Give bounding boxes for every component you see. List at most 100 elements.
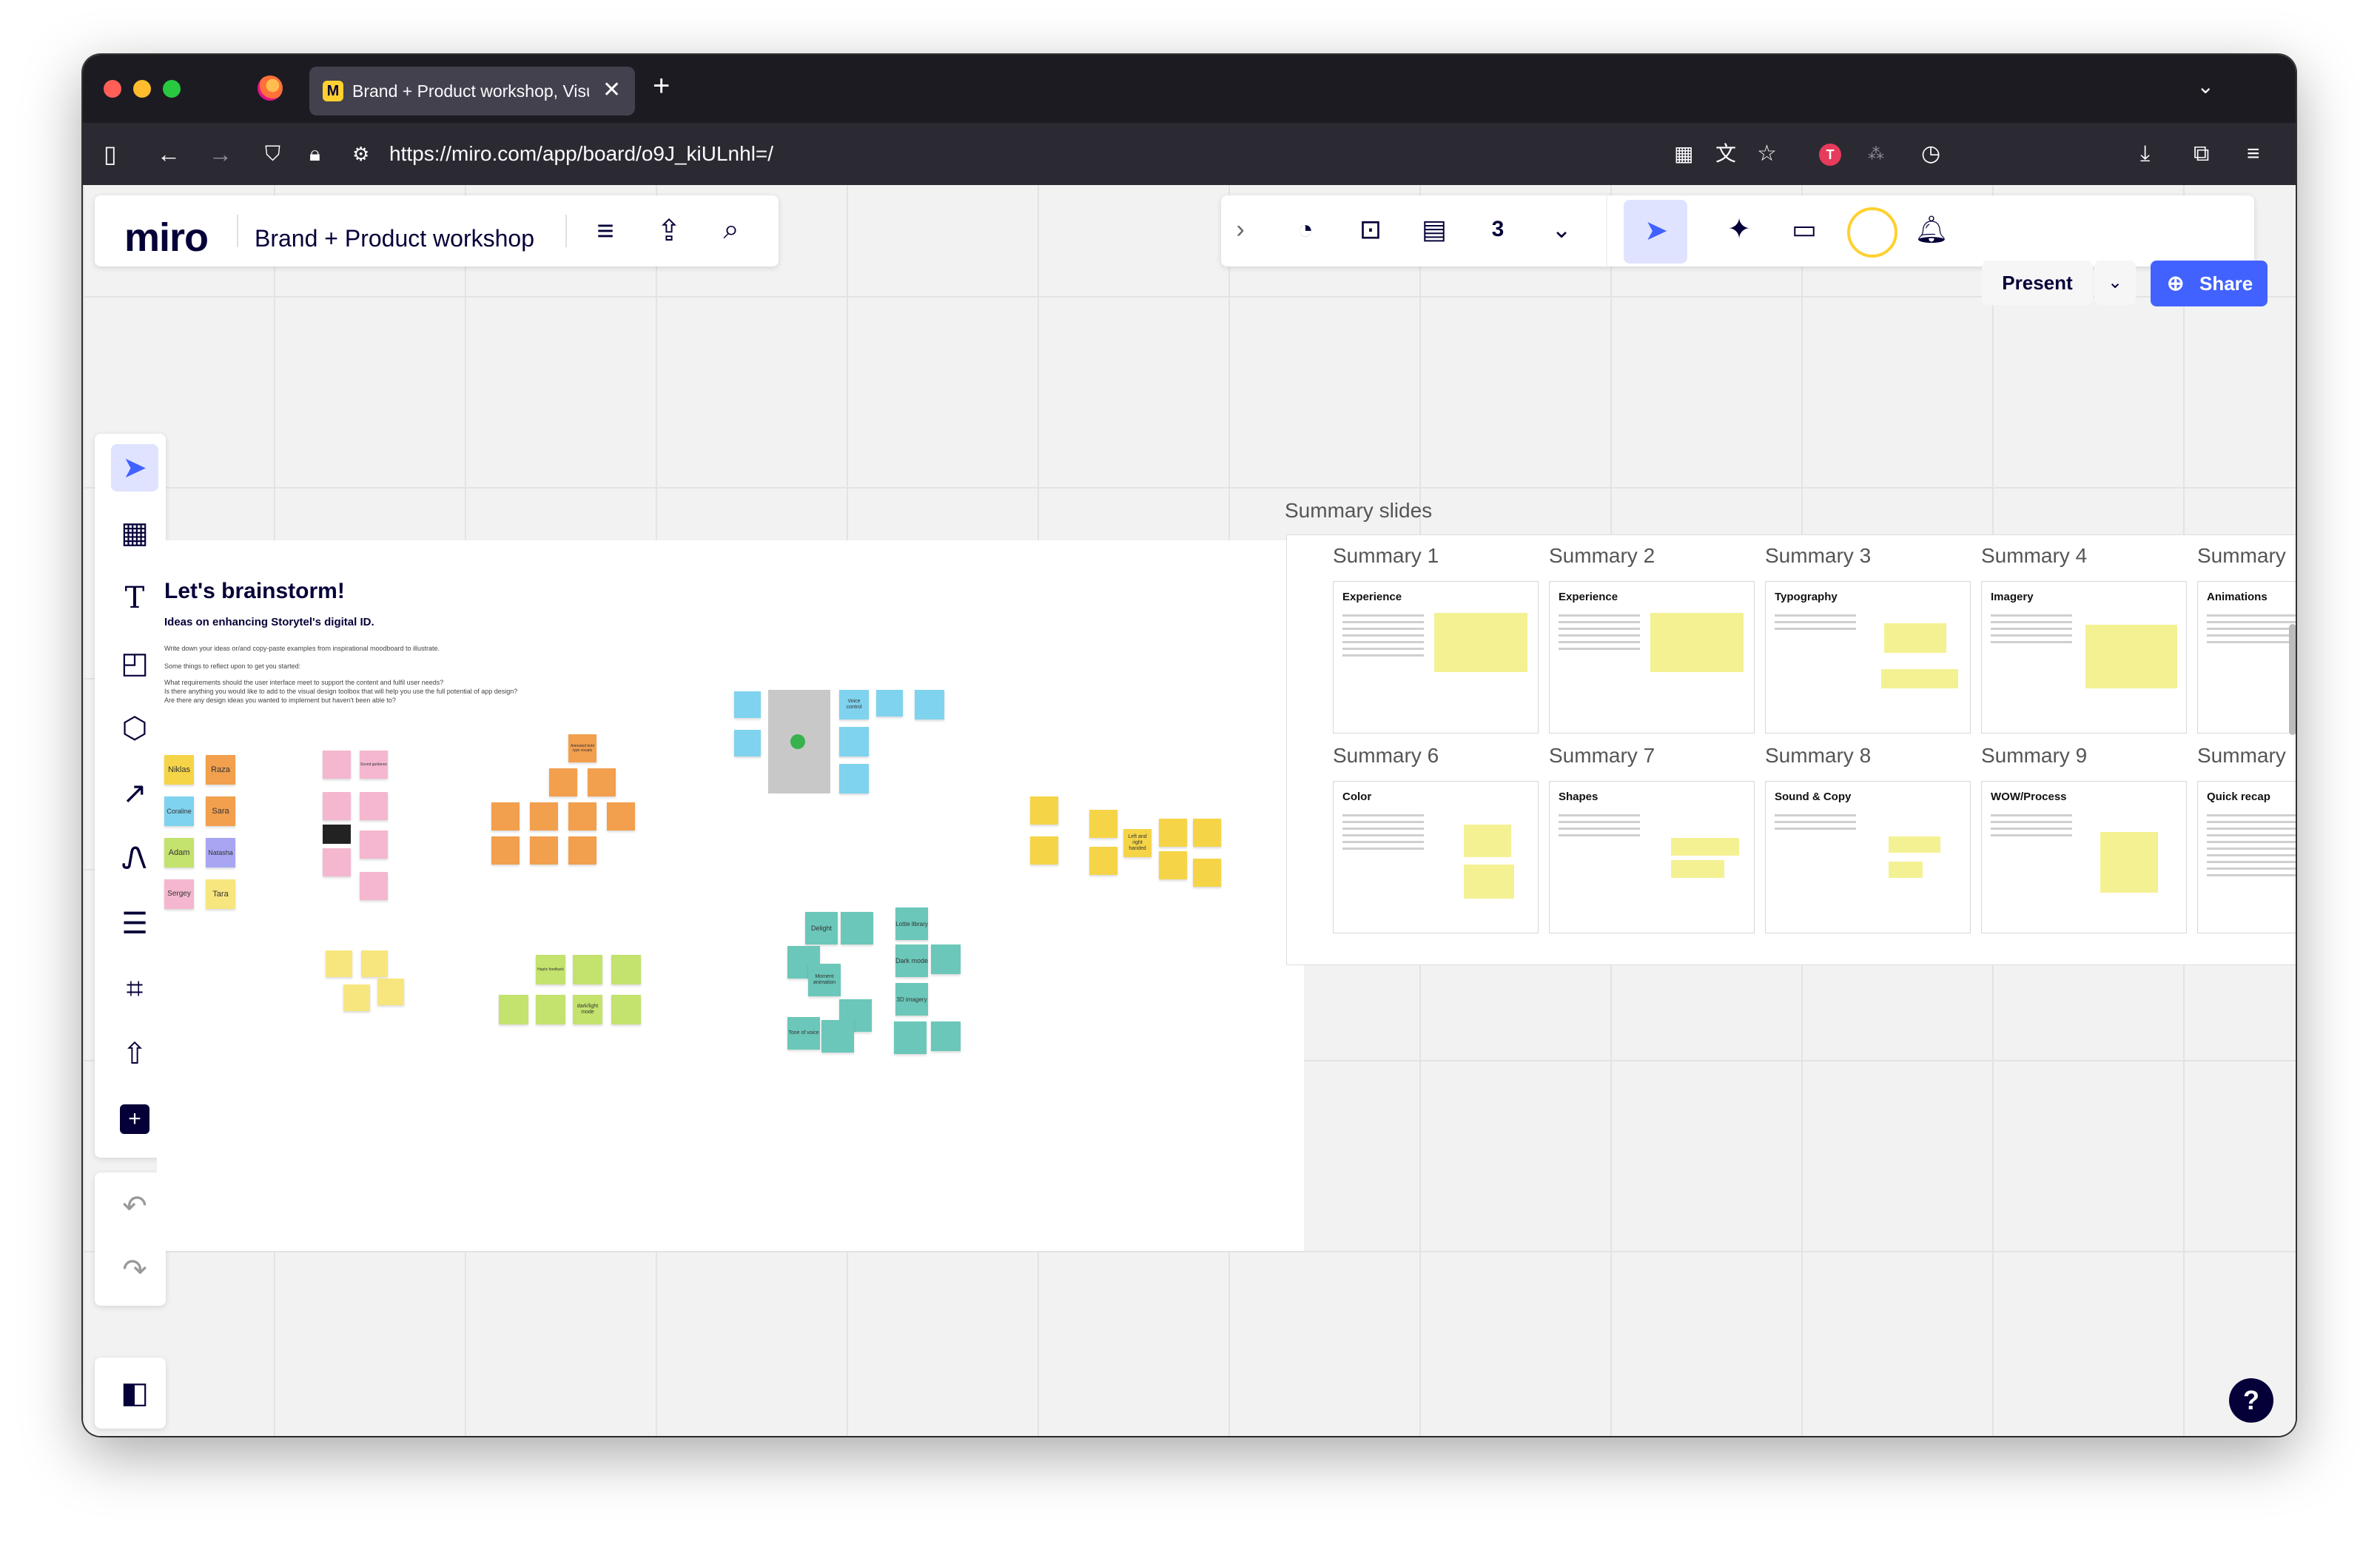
redo-icon[interactable]: ↷: [111, 1246, 158, 1294]
sticky-note[interactable]: [360, 792, 388, 820]
help-button[interactable]: ?: [2229, 1378, 2273, 1423]
sticky-note[interactable]: Haptic feedback: [536, 955, 565, 984]
sticky-note[interactable]: Adam: [164, 838, 194, 868]
sticky-note[interactable]: [568, 802, 596, 830]
sticky-note[interactable]: [536, 995, 565, 1024]
timer-icon[interactable]: ◔: [1288, 212, 1323, 247]
translate-icon[interactable]: 文: [1715, 139, 1736, 169]
sticky-note[interactable]: Left and right handed: [1123, 829, 1152, 857]
sticky-note[interactable]: [1193, 859, 1221, 887]
sticky-note[interactable]: [360, 830, 388, 859]
sticky-note[interactable]: Sound guidance: [360, 751, 388, 779]
sticky-note[interactable]: [588, 768, 616, 796]
sticky-note[interactable]: [360, 872, 388, 900]
download-icon[interactable]: ⤓: [2140, 139, 2150, 169]
sticky-note[interactable]: Sara: [206, 796, 235, 826]
extension-icon[interactable]: ⁂: [1868, 139, 1884, 169]
brainstorm-frame[interactable]: Let's brainstorm! Ideas on enhancing Sto…: [157, 540, 1304, 1251]
sticky-note[interactable]: [839, 727, 869, 756]
select-cursor-button[interactable]: ➤: [1624, 200, 1687, 264]
sticky-note[interactable]: Animated bold type visuals: [568, 734, 596, 762]
board-name[interactable]: Brand + Product workshop: [255, 225, 534, 252]
image-thumbnail[interactable]: [323, 825, 351, 844]
list-all-tabs-chevron-icon[interactable]: ⌄: [2197, 74, 2214, 98]
sticky-note[interactable]: [821, 1020, 854, 1053]
back-arrow-icon[interactable]: ←: [157, 139, 181, 169]
extension-avatar-icon[interactable]: T: [1819, 144, 1841, 166]
sticky-note[interactable]: [931, 1021, 961, 1051]
summary-slide[interactable]: Color: [1333, 781, 1539, 933]
sticky-note[interactable]: [894, 1021, 927, 1054]
sticky-note[interactable]: [343, 984, 370, 1011]
sticky-note[interactable]: dark/light mode: [573, 995, 602, 1024]
miro-board-canvas[interactable]: miro Brand + Product workshop ≡ ⇪ ⌕ › ◔ …: [83, 185, 2296, 1436]
sidebar-toggle-icon[interactable]: ▯: [104, 139, 117, 169]
sticky-note[interactable]: [607, 802, 635, 830]
sticky-note[interactable]: Dark mode: [895, 944, 928, 977]
lock-icon[interactable]: 🔒︎: [309, 139, 320, 169]
menu-hamburger-icon[interactable]: ≡: [2247, 139, 2260, 169]
sticky-note[interactable]: [361, 950, 388, 977]
sticky-note[interactable]: Natasha: [206, 838, 235, 868]
sticky-note[interactable]: [323, 848, 351, 876]
sticky-note[interactable]: Coraline: [164, 796, 194, 826]
line-arrow-icon[interactable]: ↗: [111, 770, 158, 817]
extensions-puzzle-icon[interactable]: ⧉: [2194, 139, 2209, 169]
sticky-note[interactable]: [491, 836, 520, 865]
search-icon[interactable]: ⌕: [713, 212, 749, 247]
permissions-icon[interactable]: ⚙: [352, 139, 369, 169]
minimize-window-button[interactable]: [133, 80, 151, 98]
sticky-note[interactable]: [841, 912, 873, 944]
sticky-note[interactable]: [549, 768, 577, 796]
sticky-note[interactable]: Niklas: [164, 755, 194, 785]
sticky-note[interactable]: Delight: [805, 912, 838, 944]
zoom-window-button[interactable]: [163, 80, 181, 98]
sticky-note-icon[interactable]: ◰: [111, 640, 158, 687]
present-options-chevron-icon[interactable]: ⌄: [2094, 261, 2136, 305]
sticky-note[interactable]: [377, 979, 404, 1005]
select-tool-icon[interactable]: ➤: [111, 444, 158, 491]
sticky-note[interactable]: Tara: [206, 879, 235, 909]
sticky-note[interactable]: [1030, 836, 1058, 865]
url-bar[interactable]: https://miro.com/app/board/o9J_kiULnhl=/: [389, 139, 773, 169]
board-sidebar-toggle[interactable]: ◧: [95, 1358, 166, 1429]
browser-tab-active[interactable]: M Brand + Product workshop, Visu ✕: [309, 67, 635, 115]
sticky-note[interactable]: Raza: [206, 755, 235, 785]
sticky-note[interactable]: [839, 764, 869, 793]
app-screenshots-image[interactable]: [768, 690, 830, 793]
sticky-note[interactable]: [611, 955, 641, 984]
sticky-note[interactable]: [1030, 796, 1058, 825]
share-button[interactable]: ⊕ Share: [2151, 261, 2268, 306]
summary-slide[interactable]: Typography: [1765, 581, 1971, 734]
history-clock-icon[interactable]: ◷: [1921, 139, 1940, 169]
export-upload-icon[interactable]: ⇪: [651, 213, 687, 249]
summary-slide[interactable]: Experience: [1549, 581, 1755, 734]
firefox-view-icon[interactable]: [258, 75, 283, 101]
summary-slide[interactable]: WOW/Process: [1981, 781, 2187, 933]
sticky-note[interactable]: Moment animation: [808, 964, 841, 996]
vertical-scrollbar[interactable]: [2289, 624, 2296, 735]
sticky-note[interactable]: Voice control: [839, 690, 869, 719]
summary-slide[interactable]: Sound & Copy: [1765, 781, 1971, 933]
sticky-note[interactable]: [568, 836, 596, 865]
summary-slide[interactable]: Quick recap: [2197, 781, 2296, 933]
summary-slide[interactable]: Imagery: [1981, 581, 2187, 734]
shapes-icon[interactable]: ⬡: [111, 705, 158, 752]
summary-slide[interactable]: Shapes: [1549, 781, 1755, 933]
sticky-note[interactable]: [611, 995, 641, 1024]
sticky-note[interactable]: [915, 690, 944, 719]
sticky-note[interactable]: [573, 955, 602, 984]
sticky-note[interactable]: [323, 792, 351, 820]
shield-icon[interactable]: ⛉: [265, 139, 280, 169]
bookmark-star-icon[interactable]: ☆: [1757, 139, 1777, 169]
sticky-note[interactable]: [491, 802, 520, 830]
more-apps-button[interactable]: +: [111, 1095, 158, 1143]
calendar-icon[interactable]: 3: [1480, 212, 1516, 247]
sticky-note[interactable]: [876, 690, 903, 717]
celebrate-icon[interactable]: ✦: [1721, 212, 1757, 247]
sticky-note[interactable]: 3D imagery: [895, 983, 928, 1016]
chevron-right-icon[interactable]: ›: [1223, 212, 1258, 247]
sticky-note[interactable]: [1159, 819, 1187, 847]
notifications-bell-icon[interactable]: 🔔︎: [1914, 212, 1949, 247]
comments-icon[interactable]: ▭: [1786, 212, 1822, 247]
